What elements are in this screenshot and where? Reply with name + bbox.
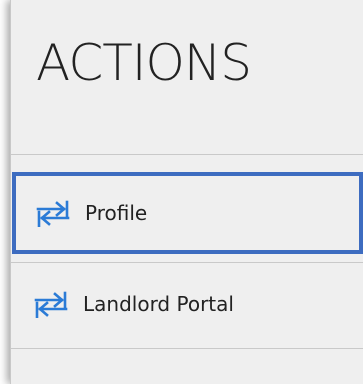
panel-title: ACTIONS [36, 34, 252, 92]
action-item-label: Landlord Portal [83, 292, 234, 316]
action-item-landlord-portal[interactable]: Landlord Portal [11, 263, 363, 345]
action-item-profile[interactable]: Profile [12, 172, 363, 254]
actions-panel: ACTIONS Profile Landlord Portal [10, 0, 363, 384]
action-item-label: Profile [85, 201, 148, 225]
swap-arrows-icon [34, 291, 68, 318]
divider [11, 348, 363, 349]
divider [11, 154, 363, 155]
swap-arrows-icon [36, 200, 70, 227]
